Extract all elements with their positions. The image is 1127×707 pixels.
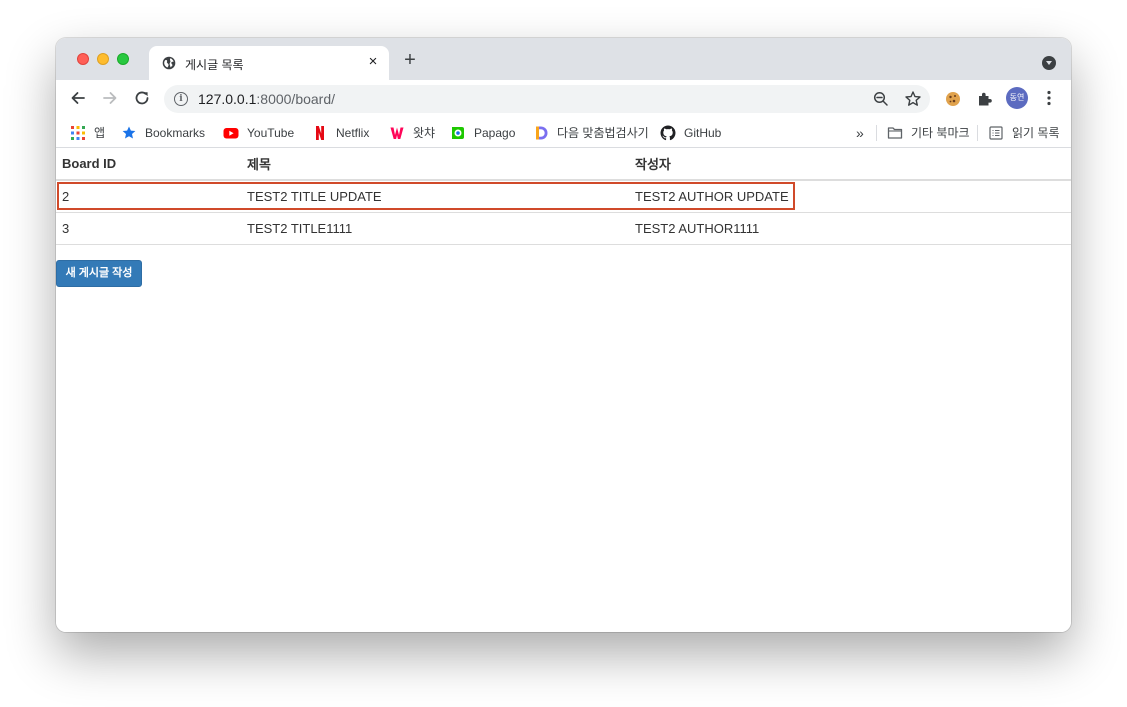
bookmark-label: Bookmarks (145, 125, 206, 140)
tab-close-button[interactable]: × (365, 53, 381, 71)
bookmark-apps[interactable]: 앱 (70, 124, 105, 141)
cell-board-id: 2 (56, 180, 241, 213)
bookmark-label: 왓챠 (413, 126, 436, 140)
menu-kebab-icon[interactable] (1039, 88, 1059, 108)
profile-avatar[interactable]: 동연 (1006, 87, 1028, 109)
cell-title: TEST2 TITLE UPDATE (241, 180, 629, 213)
bookmark-other-folder[interactable]: 기타 북마크 (887, 124, 970, 141)
reload-icon[interactable] (132, 88, 152, 108)
papago-icon (452, 126, 464, 139)
address-bar[interactable]: i 127.0.0.1:8000/board/ (164, 85, 930, 113)
daum-icon (536, 126, 548, 139)
address-path: :8000/board/ (256, 91, 336, 107)
bookmark-watcha[interactable]: 왓챠 (389, 124, 435, 141)
bookmark-label: Netflix (336, 125, 370, 140)
table-header-row: Board ID 제목 작성자 (56, 148, 1071, 181)
bookmark-youtube[interactable]: YouTube (223, 124, 294, 141)
column-header-title: 제목 (241, 148, 629, 181)
bookmarks-separator (977, 125, 978, 141)
window-close-button[interactable] (77, 53, 89, 65)
address-host: 127.0.0.1 (198, 91, 257, 107)
cell-board-id: 3 (56, 212, 241, 245)
reading-list-icon (989, 125, 1003, 140)
bookmark-daum-spellcheck[interactable]: 다음 맞춤법검사기 (533, 124, 649, 141)
bookmark-label: YouTube (247, 125, 295, 140)
table-row[interactable]: 3 TEST2 TITLE1111 TEST2 AUTHOR1111 (56, 212, 1071, 245)
forward-icon[interactable] (100, 88, 120, 108)
bookmark-label: 앱 (94, 126, 106, 140)
bookmarks-bar: 앱 Bookmarks YouTube Netflix 왓챠 Papago 다음… (56, 117, 1071, 148)
bookmark-papago[interactable]: Papago (450, 124, 515, 141)
tab-board-list[interactable]: 게시글 목록 × (149, 46, 389, 80)
tab-strip: 게시글 목록 × + (56, 38, 1071, 80)
cookie-extension-icon[interactable] (943, 89, 963, 109)
address-url[interactable]: 127.0.0.1:8000/board/ (198, 91, 335, 107)
browser-window: 게시글 목록 × + i 127.0.0.1:8000/board/ 동연 앱 … (56, 38, 1071, 632)
bookmark-label: 다음 맞춤법검사기 (557, 126, 649, 140)
apps-grid-icon (71, 125, 85, 140)
browser-toolbar: i 127.0.0.1:8000/board/ 동연 (56, 80, 1071, 117)
cell-title: TEST2 TITLE1111 (241, 212, 629, 245)
bookmark-bookmarks[interactable]: Bookmarks (121, 124, 205, 141)
bookmark-label: Papago (474, 125, 516, 140)
extensions-puzzle-icon[interactable] (975, 89, 995, 109)
watcha-icon (390, 127, 404, 139)
bookmark-label: GitHub (684, 125, 722, 140)
window-zoom-button[interactable] (117, 53, 129, 65)
bookmark-label: 읽기 목록 (1012, 126, 1060, 140)
site-info-icon[interactable]: i (174, 92, 188, 106)
window-minimize-button[interactable] (97, 53, 109, 65)
new-post-button[interactable]: 새 게시글 작성 (56, 260, 142, 287)
tab-title: 게시글 목록 (185, 58, 244, 72)
folder-icon (887, 126, 903, 139)
bookmark-star-icon[interactable] (904, 90, 922, 108)
back-icon[interactable] (68, 88, 88, 108)
column-header-board-id: Board ID (56, 148, 241, 181)
bookmark-netflix[interactable]: Netflix (312, 124, 369, 141)
table-row[interactable]: 2 TEST2 TITLE UPDATE TEST2 AUTHOR UPDATE (56, 180, 1071, 213)
github-icon (660, 125, 676, 140)
zoom-out-icon[interactable] (873, 91, 889, 107)
bookmark-label: 기타 북마크 (911, 126, 970, 140)
page-content: Board ID 제목 작성자 2 TEST2 TITLE UPDATE TES… (56, 148, 1071, 632)
new-tab-button[interactable]: + (400, 50, 420, 70)
star-icon (122, 126, 136, 138)
reading-list-button[interactable]: 읽기 목록 (988, 124, 1060, 141)
board-table: Board ID 제목 작성자 2 TEST2 TITLE UPDATE TES… (56, 148, 1071, 245)
globe-icon (162, 56, 176, 70)
column-header-author: 작성자 (629, 148, 1071, 181)
bookmarks-separator (876, 125, 877, 141)
cell-author: TEST2 AUTHOR1111 (629, 212, 1071, 245)
bookmarks-overflow-button[interactable]: » (856, 124, 864, 141)
youtube-icon (223, 127, 239, 138)
netflix-icon (316, 125, 324, 140)
cell-author: TEST2 AUTHOR UPDATE (629, 180, 1071, 213)
tab-search-icon[interactable] (1042, 56, 1056, 70)
bookmark-github[interactable]: GitHub (660, 124, 721, 141)
